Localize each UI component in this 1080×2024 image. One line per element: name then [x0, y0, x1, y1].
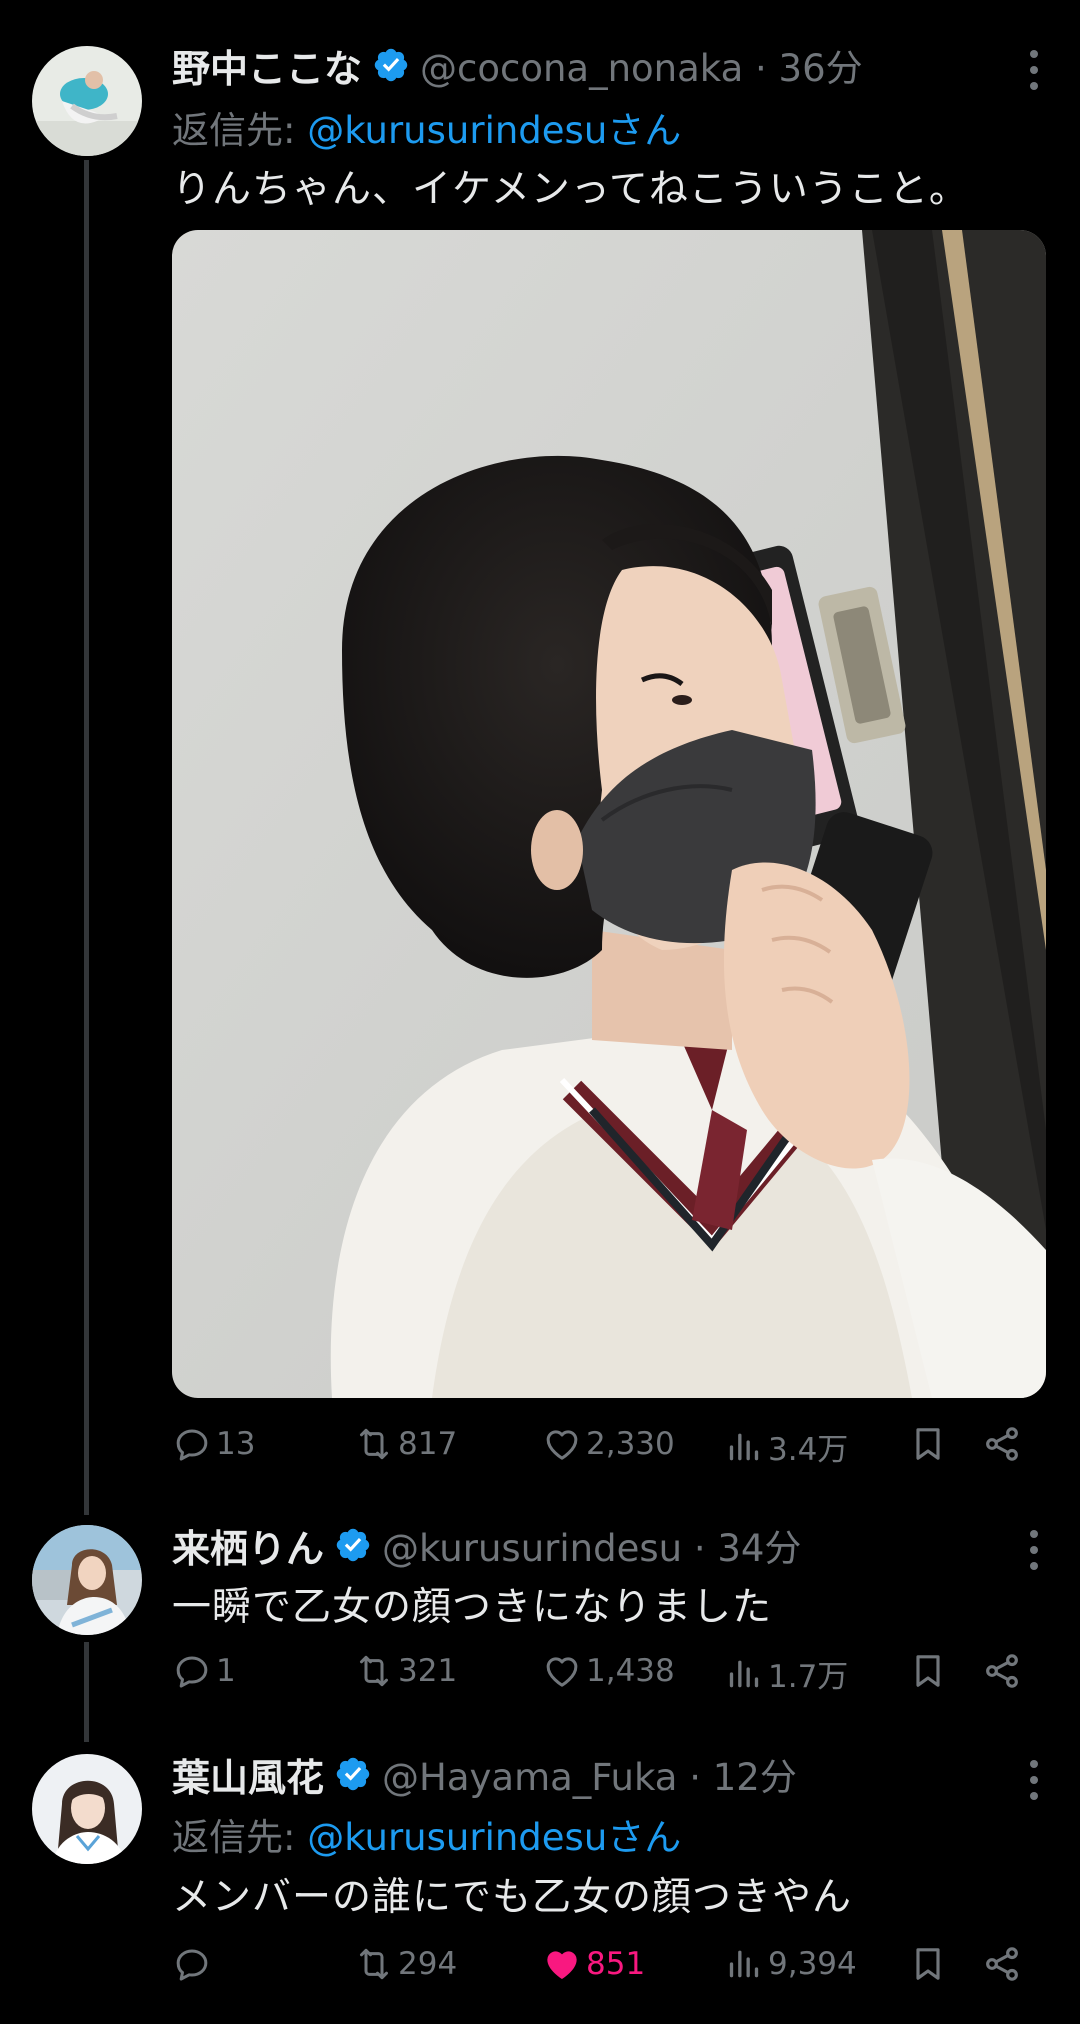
views-button[interactable]: 3.4万	[724, 1424, 848, 1469]
tweet-3-header: 葉山風花 @Hayama_Fuka · 12分	[172, 1747, 797, 1802]
retweet-count: 294	[398, 1946, 458, 1982]
reply-button[interactable]	[172, 1944, 216, 1984]
views-count: 1.7万	[768, 1659, 849, 1695]
bookmark-icon	[908, 1424, 948, 1464]
retweet-button[interactable]: 817	[354, 1424, 457, 1464]
reply-to-line: 返信先: @kurusurindesuさん	[172, 1807, 681, 1861]
reply-icon	[172, 1944, 212, 1984]
reply-to-mention[interactable]: @kurusurindesuさん	[307, 1816, 681, 1859]
retweet-count: 817	[398, 1426, 458, 1462]
reply-button[interactable]: 13	[172, 1424, 255, 1464]
like-button[interactable]: 2,330	[542, 1424, 675, 1464]
avatar-hayama[interactable]	[32, 1754, 142, 1864]
verified-badge-icon	[334, 1755, 372, 1793]
author-handle-time[interactable]: @cocona_nonaka · 36分	[420, 38, 863, 92]
reply-to-mention[interactable]: @kurusurindesuさん	[307, 109, 681, 152]
like-count: 2,330	[586, 1426, 675, 1462]
thread-line-1	[84, 160, 89, 1515]
like-button[interactable]: 1,438	[542, 1651, 675, 1691]
reply-icon	[172, 1651, 212, 1691]
views-icon	[724, 1654, 764, 1694]
author-name[interactable]: 野中ここな	[172, 38, 362, 93]
like-count: 1,438	[586, 1653, 675, 1689]
views-icon	[724, 1944, 764, 1984]
more-icon[interactable]	[1028, 1760, 1040, 1800]
retweet-icon	[354, 1944, 394, 1984]
reply-button[interactable]: 1	[172, 1651, 236, 1691]
tweet-text: りんちゃん、イケメンってねこういうこと。	[172, 167, 969, 212]
bookmark-icon	[908, 1944, 948, 1984]
bookmark-icon	[908, 1651, 948, 1691]
reply-count: 1	[216, 1653, 236, 1689]
tweet-2-header: 来栖りん @kurusurindesu · 34分	[172, 1518, 801, 1573]
retweet-icon	[354, 1424, 394, 1464]
author-name[interactable]: 葉山風花	[172, 1747, 324, 1802]
bookmark-button[interactable]	[908, 1944, 952, 1984]
tweet-text: メンバーの誰にでも乙女の顔つきやん	[172, 1875, 853, 1920]
author-handle-time[interactable]: @Hayama_Fuka · 12分	[382, 1747, 797, 1801]
views-button[interactable]: 9,394	[724, 1944, 857, 1984]
reply-to-label: 返信先:	[172, 1816, 296, 1859]
tweet-3-actions: 294 851 9,394	[172, 1944, 1032, 1994]
like-count: 851	[586, 1946, 646, 1982]
bookmark-button[interactable]	[908, 1424, 952, 1464]
reply-count: 13	[216, 1426, 256, 1462]
tweet-1-actions: 13 817 2,330 3.4万	[172, 1424, 1032, 1474]
tweet-text: 一瞬で乙女の顔つきになりました	[172, 1585, 773, 1630]
retweet-button[interactable]: 321	[354, 1651, 457, 1691]
like-icon	[542, 1651, 582, 1691]
tweet-2-actions: 1 321 1,438 1.7万	[172, 1651, 1032, 1701]
views-count: 9,394	[768, 1946, 857, 1982]
verified-badge-icon	[372, 46, 410, 84]
like-icon	[542, 1424, 582, 1464]
retweet-button[interactable]: 294	[354, 1944, 457, 1984]
views-button[interactable]: 1.7万	[724, 1651, 848, 1696]
more-icon[interactable]	[1028, 50, 1040, 90]
retweet-count: 321	[398, 1653, 458, 1689]
thread-line-2	[84, 1642, 89, 1742]
views-count: 3.4万	[768, 1432, 849, 1468]
tweet-1-header: 野中ここな @cocona_nonaka · 36分	[172, 38, 863, 93]
share-icon	[982, 1424, 1022, 1464]
share-button[interactable]	[982, 1651, 1026, 1691]
avatar-kurusu[interactable]	[32, 1525, 142, 1635]
bookmark-button[interactable]	[908, 1651, 952, 1691]
verified-badge-icon	[334, 1526, 372, 1564]
share-button[interactable]	[982, 1944, 1026, 1984]
views-icon	[724, 1427, 764, 1467]
reply-to-label: 返信先:	[172, 109, 296, 152]
share-icon	[982, 1944, 1022, 1984]
like-button[interactable]: 851	[542, 1944, 645, 1984]
reply-icon	[172, 1424, 212, 1464]
share-icon	[982, 1651, 1022, 1691]
share-button[interactable]	[982, 1424, 1026, 1464]
like-filled-icon	[542, 1944, 582, 1984]
avatar-cocona[interactable]	[32, 46, 142, 156]
retweet-icon	[354, 1651, 394, 1691]
tweet-photo[interactable]	[172, 230, 1046, 1398]
reply-to-line: 返信先: @kurusurindesuさん	[172, 100, 681, 154]
author-handle-time[interactable]: @kurusurindesu · 34分	[382, 1518, 801, 1572]
more-icon[interactable]	[1028, 1530, 1040, 1570]
author-name[interactable]: 来栖りん	[172, 1518, 324, 1573]
